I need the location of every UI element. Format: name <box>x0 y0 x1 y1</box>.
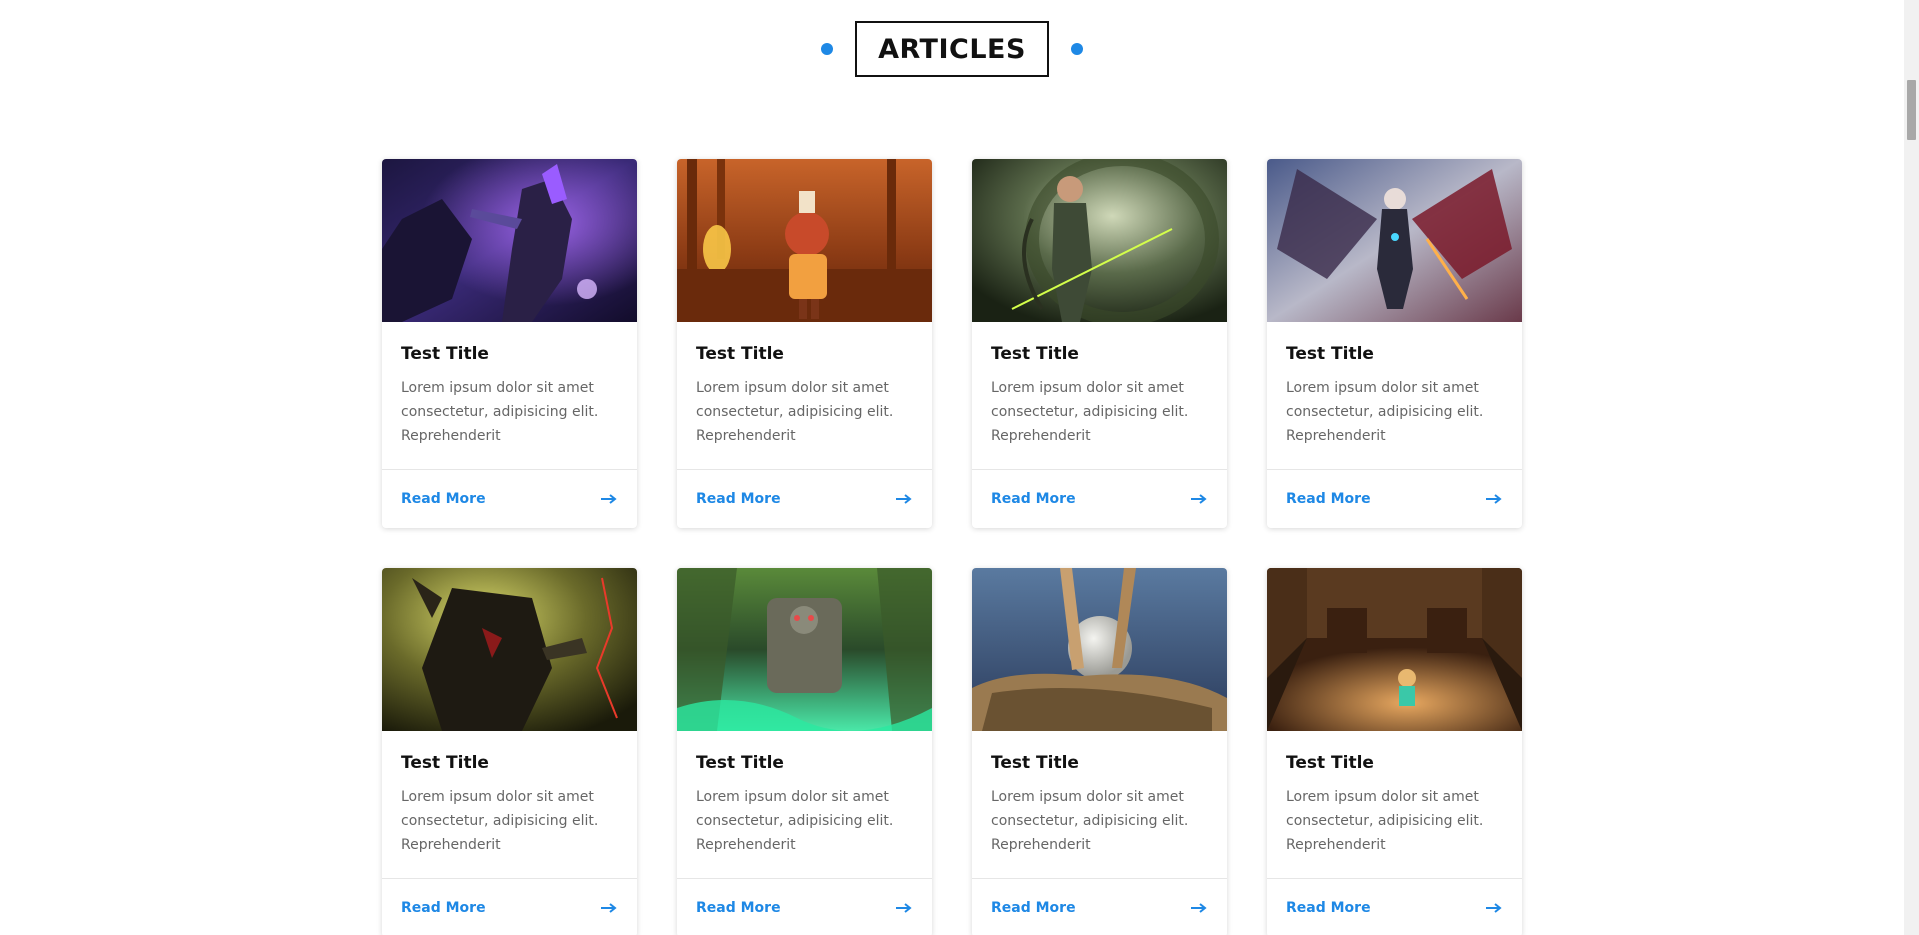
read-more-label[interactable]: Read More <box>1286 491 1371 507</box>
card-title: Test Title <box>1286 753 1374 773</box>
articles-grid: Test Title Lorem ipsum dolor sit amet co… <box>382 159 1524 935</box>
header-dot-right <box>1070 43 1083 55</box>
read-more-label[interactable]: Read More <box>991 491 1076 507</box>
section-header: ARTICLES <box>0 20 1904 78</box>
card-text: Lorem ipsum dolor sit amet consectetur, … <box>991 380 1189 444</box>
section-title: ARTICLES <box>878 33 1026 65</box>
read-more-label[interactable]: Read More <box>696 900 781 916</box>
read-more-label[interactable]: Read More <box>991 900 1076 916</box>
arrow-right-icon[interactable] <box>1190 902 1208 914</box>
article-image[interactable] <box>677 568 932 731</box>
card-title: Test Title <box>696 753 784 773</box>
card-text: Lorem ipsum dolor sit amet consectetur, … <box>1286 380 1484 444</box>
vertical-scrollbar[interactable] <box>1904 0 1919 935</box>
arrow-right-icon[interactable] <box>600 493 618 505</box>
read-more-link[interactable]: Read More <box>972 469 1227 528</box>
read-more-label[interactable]: Read More <box>401 491 486 507</box>
article-image[interactable] <box>972 568 1227 731</box>
arrow-right-icon[interactable] <box>1485 902 1503 914</box>
read-more-link[interactable]: Read More <box>972 878 1227 935</box>
read-more-link[interactable]: Read More <box>1267 878 1522 935</box>
article-image[interactable] <box>382 159 637 322</box>
card-body: Test Title Lorem ipsum dolor sit amet co… <box>677 731 932 878</box>
card-title: Test Title <box>1286 344 1374 364</box>
article-image-art <box>677 159 932 322</box>
card-body: Test Title Lorem ipsum dolor sit amet co… <box>382 731 637 878</box>
read-more-link[interactable]: Read More <box>1267 469 1522 528</box>
article-image[interactable] <box>382 568 637 731</box>
article-image-art <box>1267 159 1522 322</box>
arrow-right-icon[interactable] <box>895 902 913 914</box>
article-image[interactable] <box>1267 159 1522 322</box>
article-image-art <box>972 159 1227 322</box>
card-text: Lorem ipsum dolor sit amet consectetur, … <box>401 380 599 444</box>
article-card: Test Title Lorem ipsum dolor sit amet co… <box>972 568 1227 935</box>
read-more-label[interactable]: Read More <box>696 491 781 507</box>
card-body: Test Title Lorem ipsum dolor sit amet co… <box>1267 322 1522 469</box>
arrow-right-icon[interactable] <box>895 493 913 505</box>
header-dot-left <box>821 43 834 55</box>
page: ARTICLES Test Title Lorem ipsum dolor si… <box>0 0 1919 935</box>
card-title: Test Title <box>401 753 489 773</box>
read-more-label[interactable]: Read More <box>1286 900 1371 916</box>
article-card: Test Title Lorem ipsum dolor sit amet co… <box>382 568 637 935</box>
article-card: Test Title Lorem ipsum dolor sit amet co… <box>677 568 932 935</box>
article-image-art <box>382 159 637 322</box>
card-title: Test Title <box>696 344 784 364</box>
arrow-right-icon[interactable] <box>1190 493 1208 505</box>
card-text: Lorem ipsum dolor sit amet consectetur, … <box>401 789 599 853</box>
article-image[interactable] <box>1267 568 1522 731</box>
article-card: Test Title Lorem ipsum dolor sit amet co… <box>972 159 1227 528</box>
read-more-label[interactable]: Read More <box>401 900 486 916</box>
scrollbar-thumb[interactable] <box>1907 80 1916 140</box>
card-text: Lorem ipsum dolor sit amet consectetur, … <box>696 789 894 853</box>
card-body: Test Title Lorem ipsum dolor sit amet co… <box>1267 731 1522 878</box>
article-card: Test Title Lorem ipsum dolor sit amet co… <box>677 159 932 528</box>
arrow-right-icon[interactable] <box>1485 493 1503 505</box>
section-title-box: ARTICLES <box>855 21 1049 77</box>
card-title: Test Title <box>991 344 1079 364</box>
read-more-link[interactable]: Read More <box>677 469 932 528</box>
card-body: Test Title Lorem ipsum dolor sit amet co… <box>677 322 932 469</box>
read-more-link[interactable]: Read More <box>382 878 637 935</box>
article-card: Test Title Lorem ipsum dolor sit amet co… <box>1267 568 1522 935</box>
card-text: Lorem ipsum dolor sit amet consectetur, … <box>991 789 1189 853</box>
article-image-art <box>972 568 1227 731</box>
article-image[interactable] <box>677 159 932 322</box>
card-text: Lorem ipsum dolor sit amet consectetur, … <box>1286 789 1484 853</box>
article-card: Test Title Lorem ipsum dolor sit amet co… <box>1267 159 1522 528</box>
arrow-right-icon[interactable] <box>600 902 618 914</box>
article-image[interactable] <box>972 159 1227 322</box>
article-image-art <box>1267 568 1522 731</box>
read-more-link[interactable]: Read More <box>677 878 932 935</box>
card-body: Test Title Lorem ipsum dolor sit amet co… <box>972 731 1227 878</box>
card-body: Test Title Lorem ipsum dolor sit amet co… <box>382 322 637 469</box>
card-title: Test Title <box>991 753 1079 773</box>
article-image-art <box>382 568 637 731</box>
article-card: Test Title Lorem ipsum dolor sit amet co… <box>382 159 637 528</box>
card-title: Test Title <box>401 344 489 364</box>
card-text: Lorem ipsum dolor sit amet consectetur, … <box>696 380 894 444</box>
article-image-art <box>677 568 932 731</box>
card-body: Test Title Lorem ipsum dolor sit amet co… <box>972 322 1227 469</box>
read-more-link[interactable]: Read More <box>382 469 637 528</box>
